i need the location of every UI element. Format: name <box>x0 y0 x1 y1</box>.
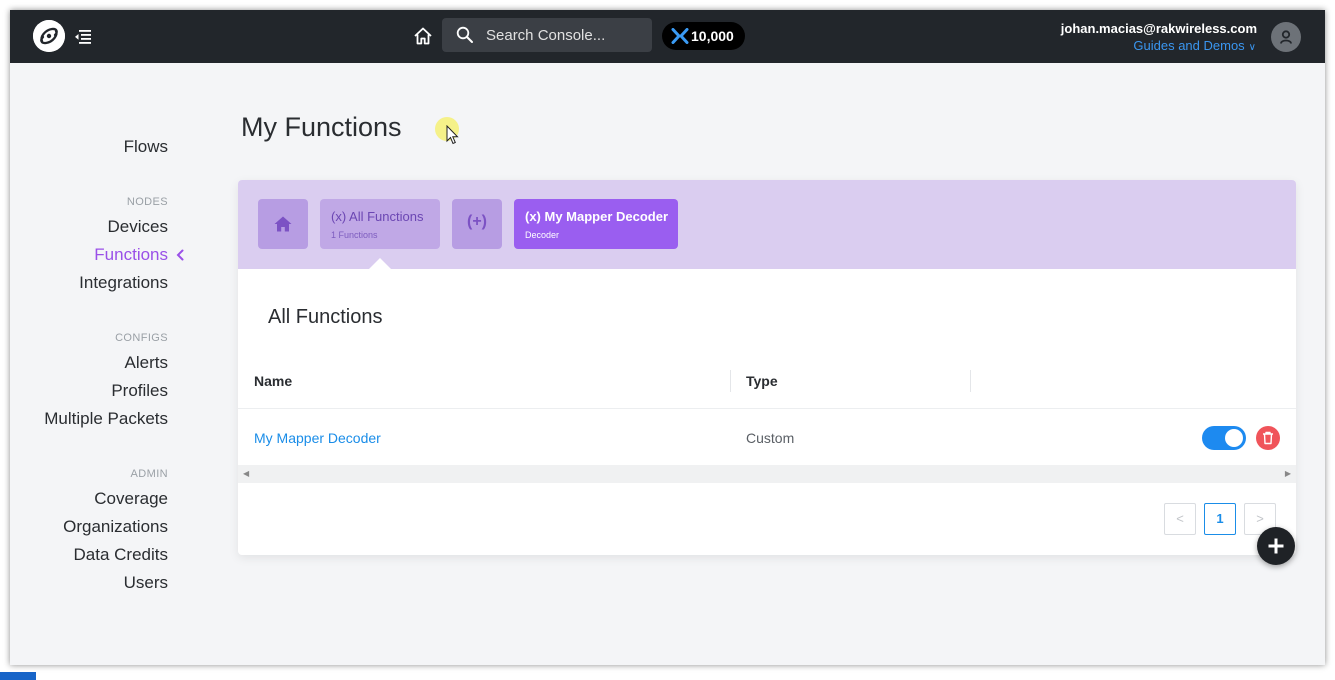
search-input[interactable] <box>486 18 646 52</box>
sidebar-item-functions[interactable]: Functions <box>94 245 168 265</box>
column-header-type[interactable]: Type <box>746 373 778 389</box>
page-title: My Functions <box>241 112 402 142</box>
sidebar-item-integrations[interactable]: Integrations <box>79 273 168 293</box>
guides-and-demos-link[interactable]: Guides and Demos ∨ <box>1133 38 1256 53</box>
mouse-cursor-icon <box>446 125 459 145</box>
active-chevron-icon <box>176 249 184 261</box>
sidebar-section-nodes: NODES <box>126 196 168 208</box>
plus-icon <box>1268 538 1284 554</box>
home-icon[interactable] <box>412 25 434 47</box>
add-function-label: (+) <box>467 213 487 230</box>
trash-icon <box>1263 431 1273 445</box>
search-box[interactable] <box>442 18 652 52</box>
chevron-down-icon: ∨ <box>1248 42 1256 53</box>
data-credits-badge[interactable]: 10,000 <box>662 22 745 50</box>
functions-card: (x) All Functions 1 Functions (+) (x) My… <box>238 180 1296 555</box>
table-header-divider <box>238 408 1296 409</box>
breadcrumb-home[interactable] <box>258 199 308 249</box>
sidebar-item-data-credits[interactable]: Data Credits <box>74 545 168 565</box>
avatar[interactable] <box>1271 22 1301 52</box>
sidebar-item-multiple-packets[interactable]: Multiple Packets <box>44 409 168 429</box>
breadcrumb-function-type: Decoder <box>525 230 560 240</box>
breadcrumb-all-functions[interactable]: (x) All Functions 1 Functions <box>320 199 440 249</box>
scroll-left-icon[interactable]: ◀ <box>243 469 249 478</box>
sidebar-item-profiles[interactable]: Profiles <box>111 381 168 401</box>
data-credits-value: 10,000 <box>691 28 734 44</box>
breadcrumb: (x) All Functions 1 Functions (+) (x) My… <box>238 180 1296 269</box>
data-credits-icon <box>671 28 689 44</box>
breadcrumb-all-functions-count: 1 Functions <box>331 230 378 240</box>
breadcrumb-function-title: (x) My Mapper Decoder <box>525 209 669 224</box>
user-icon <box>1280 30 1292 44</box>
sidebar-item-coverage[interactable]: Coverage <box>94 489 168 509</box>
app-window: 10,000 johan.macias@rakwireless.com Guid… <box>10 10 1325 665</box>
sidebar-item-functions-label: Functions <box>94 245 168 264</box>
taskbar-edge <box>0 672 36 680</box>
collapse-menu-icon[interactable] <box>74 27 92 45</box>
add-button[interactable] <box>1257 527 1295 565</box>
function-active-toggle[interactable] <box>1202 426 1246 450</box>
sidebar-item-flows[interactable]: Flows <box>124 137 168 157</box>
pagination-page-1[interactable]: 1 <box>1204 503 1236 535</box>
top-bar: 10,000 johan.macias@rakwireless.com Guid… <box>10 10 1325 63</box>
horizontal-scrollbar[interactable]: ◀ ▶ <box>238 465 1296 483</box>
guides-and-demos-label: Guides and Demos <box>1133 38 1245 53</box>
sidebar-section-admin: ADMIN <box>130 468 168 480</box>
function-name-link[interactable]: My Mapper Decoder <box>254 430 381 446</box>
helium-logo-icon[interactable] <box>33 20 65 52</box>
breadcrumb-all-functions-title: (x) All Functions <box>331 209 424 224</box>
home-icon <box>274 216 292 232</box>
column-header-name[interactable]: Name <box>254 373 292 389</box>
column-divider <box>730 370 731 392</box>
breadcrumb-my-mapper-decoder[interactable]: (x) My Mapper Decoder Decoder <box>514 199 678 249</box>
user-email: johan.macias@rakwireless.com <box>1060 21 1257 36</box>
scroll-right-icon[interactable]: ▶ <box>1285 469 1291 478</box>
section-title: All Functions <box>268 306 383 328</box>
sidebar-item-users[interactable]: Users <box>124 573 168 593</box>
pagination-prev-button[interactable]: < <box>1164 503 1196 535</box>
column-divider <box>970 370 971 392</box>
search-icon <box>456 26 473 43</box>
sidebar-item-alerts[interactable]: Alerts <box>125 353 168 373</box>
breadcrumb-pointer <box>369 258 391 269</box>
sidebar-section-configs: CONFIGS <box>115 332 168 344</box>
function-type: Custom <box>746 430 795 446</box>
delete-function-button[interactable] <box>1256 426 1280 450</box>
add-function-button[interactable]: (+) <box>452 199 502 249</box>
sidebar-item-organizations[interactable]: Organizations <box>63 517 168 537</box>
sidebar-item-devices[interactable]: Devices <box>108 217 168 237</box>
